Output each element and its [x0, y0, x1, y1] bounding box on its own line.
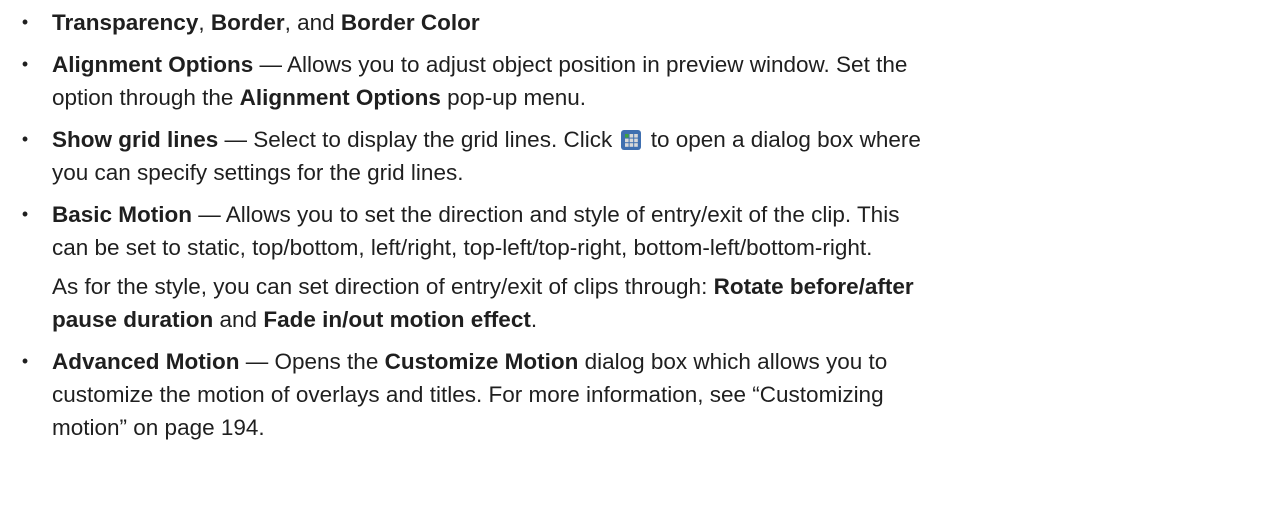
document-page: • Transparency, Border, and Border Color •… — [0, 0, 1261, 444]
bold-term: Alignment Options — [52, 52, 254, 77]
text-line: Transparency, Border, and Border Color — [52, 6, 1247, 39]
bold-term: Advanced Motion — [52, 349, 240, 374]
body-text: you can specify settings for the grid li… — [52, 160, 464, 185]
body-text: . — [530, 307, 538, 332]
body-text: , and — [284, 10, 341, 35]
bold-term: Customize Motion — [384, 349, 579, 374]
text-line: can be set to static, top/bottom, left/r… — [52, 231, 1247, 264]
text-line: Basic Motion — Allows you to set the dir… — [52, 198, 1247, 231]
bold-term: Show grid lines — [52, 127, 219, 152]
body-text: can be set to static, top/bottom, left/r… — [52, 235, 873, 260]
text-line: you can specify settings for the grid li… — [52, 156, 1247, 189]
bold-term: Border Color — [340, 10, 480, 35]
text-line: customize the motion of overlays and tit… — [52, 378, 1247, 411]
body-text: motion” on page 194. — [52, 415, 265, 440]
bold-term: Alignment Options — [239, 85, 441, 110]
body-text: pop-up menu. — [440, 85, 587, 110]
body-text: — Opens the — [239, 349, 385, 374]
bold-term: pause duration — [52, 307, 214, 332]
text-line: Alignment Options — Allows you to adjust… — [52, 48, 1247, 81]
text-line: motion” on page 194. — [52, 411, 1247, 444]
bullet-item: • Basic Motion — Allows you to set the di… — [0, 198, 1261, 336]
bullet-list: • Transparency, Border, and Border Color •… — [0, 6, 1261, 444]
text-line: Advanced Motion — Opens the Customize Mo… — [52, 345, 1247, 378]
bullet-marker: • — [21, 12, 29, 32]
bullet-item: • Alignment Options — Allows you to adjus… — [0, 48, 1261, 114]
bullet-item: • Show grid lines — Select to display the… — [0, 123, 1261, 189]
text-line: Show grid lines — Select to display the … — [52, 123, 1247, 156]
grid-settings-icon — [620, 127, 642, 150]
bullet-marker: • — [21, 54, 29, 74]
body-text: dialog box which allows you to — [578, 349, 888, 374]
body-text: As for the style, you can set direction … — [52, 274, 714, 299]
body-text: and — [213, 307, 264, 332]
body-text: — Allows you to adjust object position i… — [253, 52, 908, 77]
body-text: option through the — [52, 85, 240, 110]
body-text: to open a dialog box where — [644, 127, 921, 152]
bold-term: Basic Motion — [52, 202, 193, 227]
text-line: pause duration and Fade in/out motion ef… — [52, 303, 1247, 336]
bold-term: Fade in/out motion effect — [263, 307, 531, 332]
body-text: — Select to display the grid lines. Clic… — [218, 127, 619, 152]
body-text: , — [198, 10, 211, 35]
text-line: option through the Alignment Options pop… — [52, 81, 1247, 114]
bullet-item: • Advanced Motion — Opens the Customize M… — [0, 345, 1261, 444]
body-text: — Allows you to set the direction and st… — [192, 202, 900, 227]
bold-term: Border — [210, 10, 285, 35]
bullet-marker: • — [21, 351, 29, 371]
bullet-marker: • — [21, 129, 29, 149]
text-line: As for the style, you can set direction … — [52, 270, 1247, 303]
bold-term: Rotate before/after — [713, 274, 914, 299]
bullet-item: • Transparency, Border, and Border Color — [0, 6, 1261, 39]
bullet-marker: • — [21, 204, 29, 224]
body-text: customize the motion of overlays and tit… — [52, 382, 884, 407]
bold-term: Transparency — [52, 10, 199, 35]
